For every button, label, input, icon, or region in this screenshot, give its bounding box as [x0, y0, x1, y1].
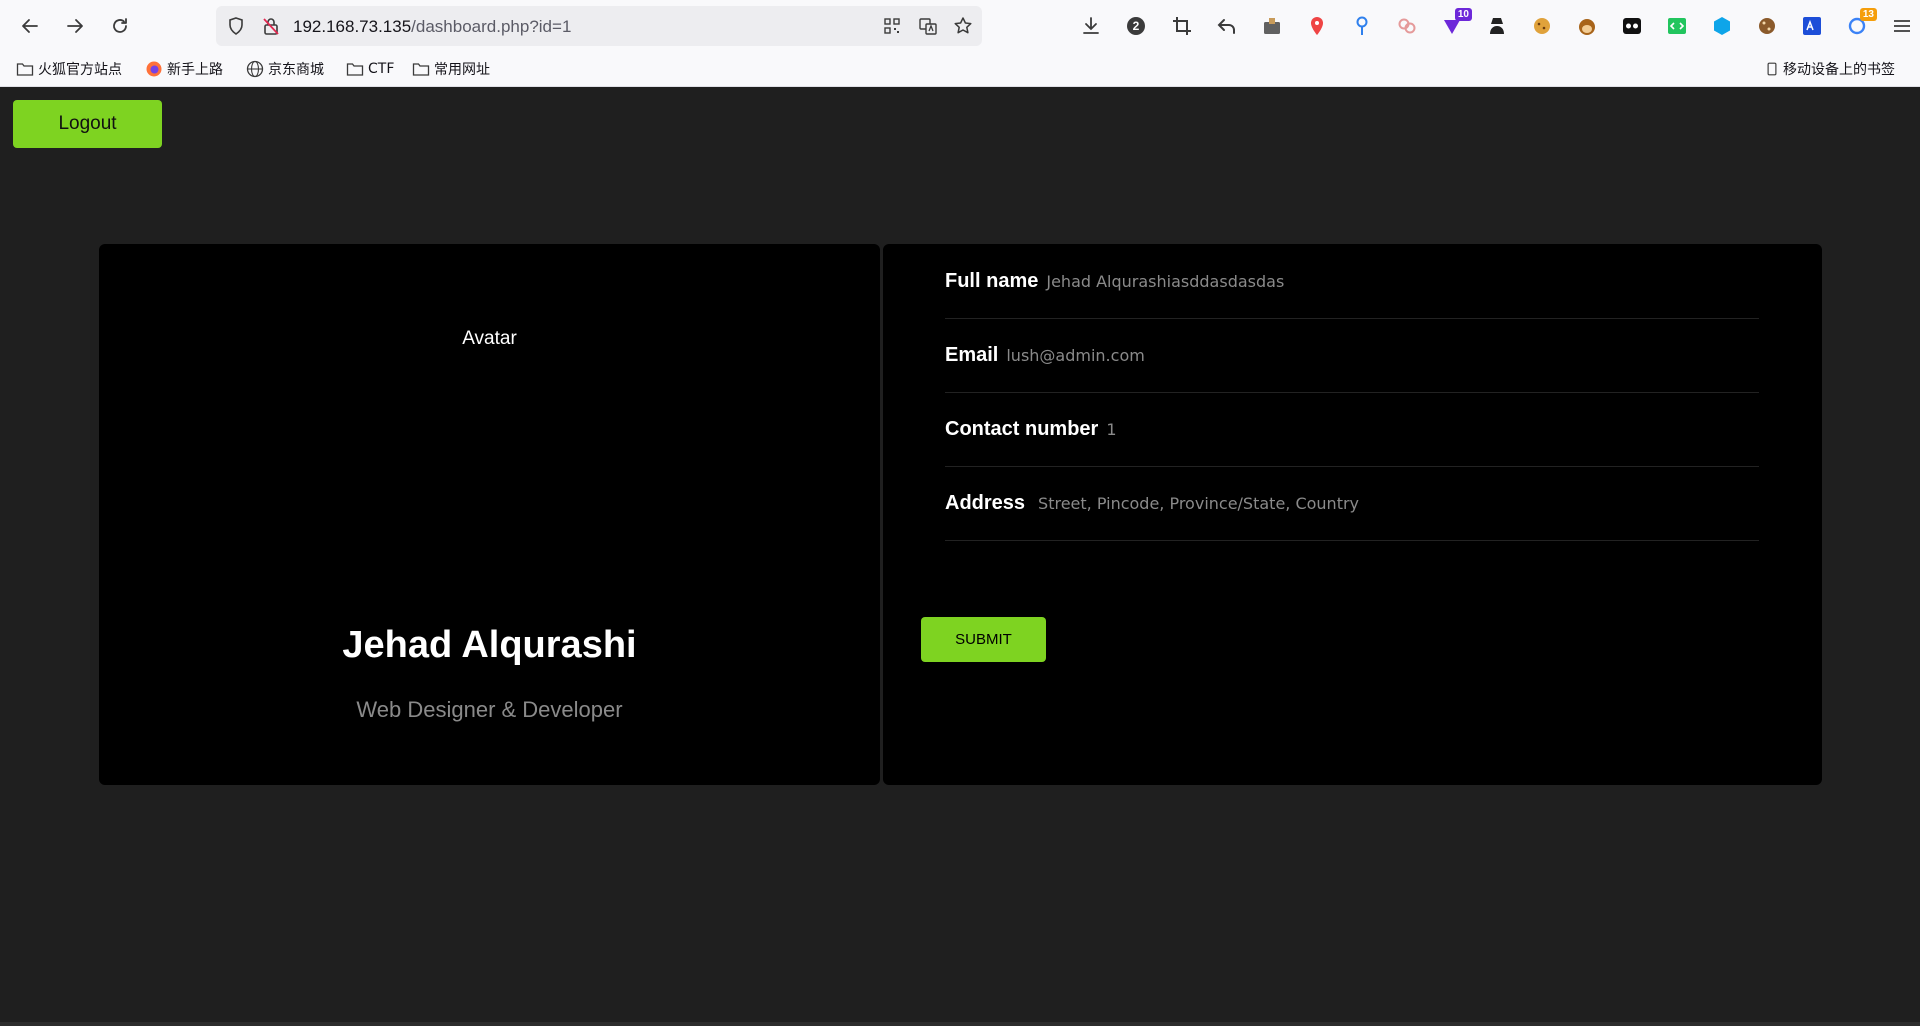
page-translate-icon[interactable]: [918, 16, 938, 36]
glasses-extension-button[interactable]: [1620, 14, 1644, 38]
menu-extension-button[interactable]: [1890, 14, 1914, 38]
qr-code-icon[interactable]: [882, 16, 902, 36]
full-name-field: Full name Jehad Alqurashiasddasdasdas: [945, 244, 1759, 319]
mobile-bookmarks-label: 移动设备上的书签: [1783, 62, 1895, 78]
folder-icon: [346, 63, 364, 76]
full-name-label: Full name: [945, 269, 1039, 292]
crop-icon: [1173, 17, 1191, 35]
submit-button[interactable]: SUBMIT: [921, 617, 1046, 662]
cube-extension-button[interactable]: [1710, 14, 1734, 38]
insecure-lock-icon[interactable]: [261, 16, 281, 36]
monkey-extension-button[interactable]: [1575, 14, 1599, 38]
email-label: Email: [945, 343, 999, 366]
bookmark-item[interactable]: 常用网址: [412, 59, 490, 79]
reload-button[interactable]: [102, 8, 138, 44]
cookie-editor-extension-button[interactable]: [1755, 14, 1779, 38]
logout-button[interactable]: Logout: [13, 100, 162, 148]
location-extension-button[interactable]: [1350, 14, 1374, 38]
mobile-bookmarks[interactable]: 移动设备上的书签: [1765, 59, 1895, 79]
address-label: Address: [945, 491, 1026, 514]
extension-counter: 2: [1132, 19, 1140, 33]
address-input[interactable]: Street, Pincode, Province/State, Country: [1038, 494, 1359, 513]
status-bar: [0, 1022, 1920, 1026]
pin-extension-button[interactable]: [1305, 14, 1329, 38]
undo-icon: [1217, 19, 1235, 34]
bookmark-label: 火狐官方站点: [38, 62, 122, 78]
bookmark-item[interactable]: 火狐官方站点: [16, 59, 122, 79]
forward-arrow-icon: [67, 19, 83, 33]
glasses-icon: [1623, 18, 1641, 34]
url-text[interactable]: 192.168.73.135/dashboard.php?id=1: [293, 17, 571, 37]
link-extension-button[interactable]: [1395, 14, 1419, 38]
location-icon: [1356, 16, 1368, 35]
screenshot-icon: [1264, 18, 1280, 34]
link-icon: [1398, 18, 1416, 34]
contact-number-field: Contact number 1: [945, 392, 1759, 467]
folder-icon: [412, 63, 430, 76]
folder-icon: [16, 63, 34, 76]
cookie-editor-icon: [1759, 18, 1775, 34]
translate-extension-button[interactable]: [1800, 14, 1824, 38]
browser-toolbar: 192.168.73.135/dashboard.php?id=1 2 10 13: [0, 0, 1920, 52]
avatar: Avatar: [462, 328, 517, 349]
address-field: Address Street, Pincode, Province/State,…: [945, 466, 1759, 541]
cookie-extension-button[interactable]: [1530, 14, 1554, 38]
bookmark-item[interactable]: 京东商城: [246, 59, 324, 79]
tracking-protection-icon[interactable]: [226, 16, 246, 36]
url-path: /dashboard.php?id=1: [411, 17, 572, 36]
extension-badge: 10: [1454, 8, 1472, 21]
bookmarks-bar: 火狐官方站点 新手上路 京东商城 CTF 常用网址 移动设备上的书签: [0, 52, 1920, 87]
firefox-icon: [146, 61, 162, 77]
download-extension-button[interactable]: [1079, 14, 1103, 38]
bookmark-label: 常用网址: [434, 62, 490, 78]
forward-button[interactable]: [57, 8, 93, 44]
contact-number-label: Contact number: [945, 417, 1099, 440]
download-icon: [1083, 17, 1099, 34]
spy-icon: [1490, 18, 1504, 34]
profile-role: Web Designer & Developer: [356, 697, 623, 722]
back-arrow-icon: [22, 19, 38, 33]
cookie-icon: [1534, 18, 1550, 34]
bookmark-star-icon[interactable]: [953, 16, 973, 36]
menu-icon: [1894, 20, 1910, 32]
profile-form: Full name Jehad Alqurashiasddasdasdas Em…: [883, 244, 1822, 785]
email-input[interactable]: lush@admin.com: [1006, 346, 1144, 365]
crop-extension-button[interactable]: [1170, 14, 1194, 38]
spy-extension-button[interactable]: [1485, 14, 1509, 38]
translate-icon: [1803, 17, 1821, 35]
contact-number-input[interactable]: 1: [1106, 420, 1116, 439]
profile-card: Avatar Jehad Alqurashi Web Designer & De…: [99, 244, 880, 785]
cube-icon: [1714, 17, 1730, 35]
bookmark-item[interactable]: CTF: [346, 59, 394, 79]
bookmark-item[interactable]: 新手上路: [145, 59, 223, 79]
profile-name: Jehad Alqurashi: [342, 624, 637, 666]
globe-icon: [246, 60, 264, 78]
bookmark-label: 京东商城: [268, 62, 324, 78]
mobile-device-icon: [1767, 62, 1777, 76]
undo-extension-button[interactable]: [1215, 14, 1239, 38]
shield-download-extension-button[interactable]: 10: [1440, 8, 1472, 38]
code-icon: [1668, 18, 1686, 34]
monkey-icon: [1579, 19, 1595, 35]
email-field: Email lush@admin.com: [945, 318, 1759, 393]
sync-extension-button[interactable]: 13: [1845, 8, 1877, 38]
numbered-circle-extension-button[interactable]: 2: [1124, 14, 1148, 38]
bookmark-label: CTF: [368, 61, 395, 77]
url-bar[interactable]: 192.168.73.135/dashboard.php?id=1: [216, 6, 982, 46]
bookmark-label: 新手上路: [167, 62, 223, 78]
back-button[interactable]: [12, 8, 48, 44]
screenshot-extension-button[interactable]: [1260, 14, 1284, 38]
pin-icon: [1311, 17, 1323, 35]
url-host: 192.168.73.135: [293, 17, 412, 36]
extension-badge: 13: [1859, 8, 1877, 21]
code-extension-button[interactable]: [1665, 14, 1689, 38]
reload-icon: [113, 18, 127, 33]
full-name-input[interactable]: Jehad Alqurashiasddasdasdas: [1046, 272, 1284, 291]
